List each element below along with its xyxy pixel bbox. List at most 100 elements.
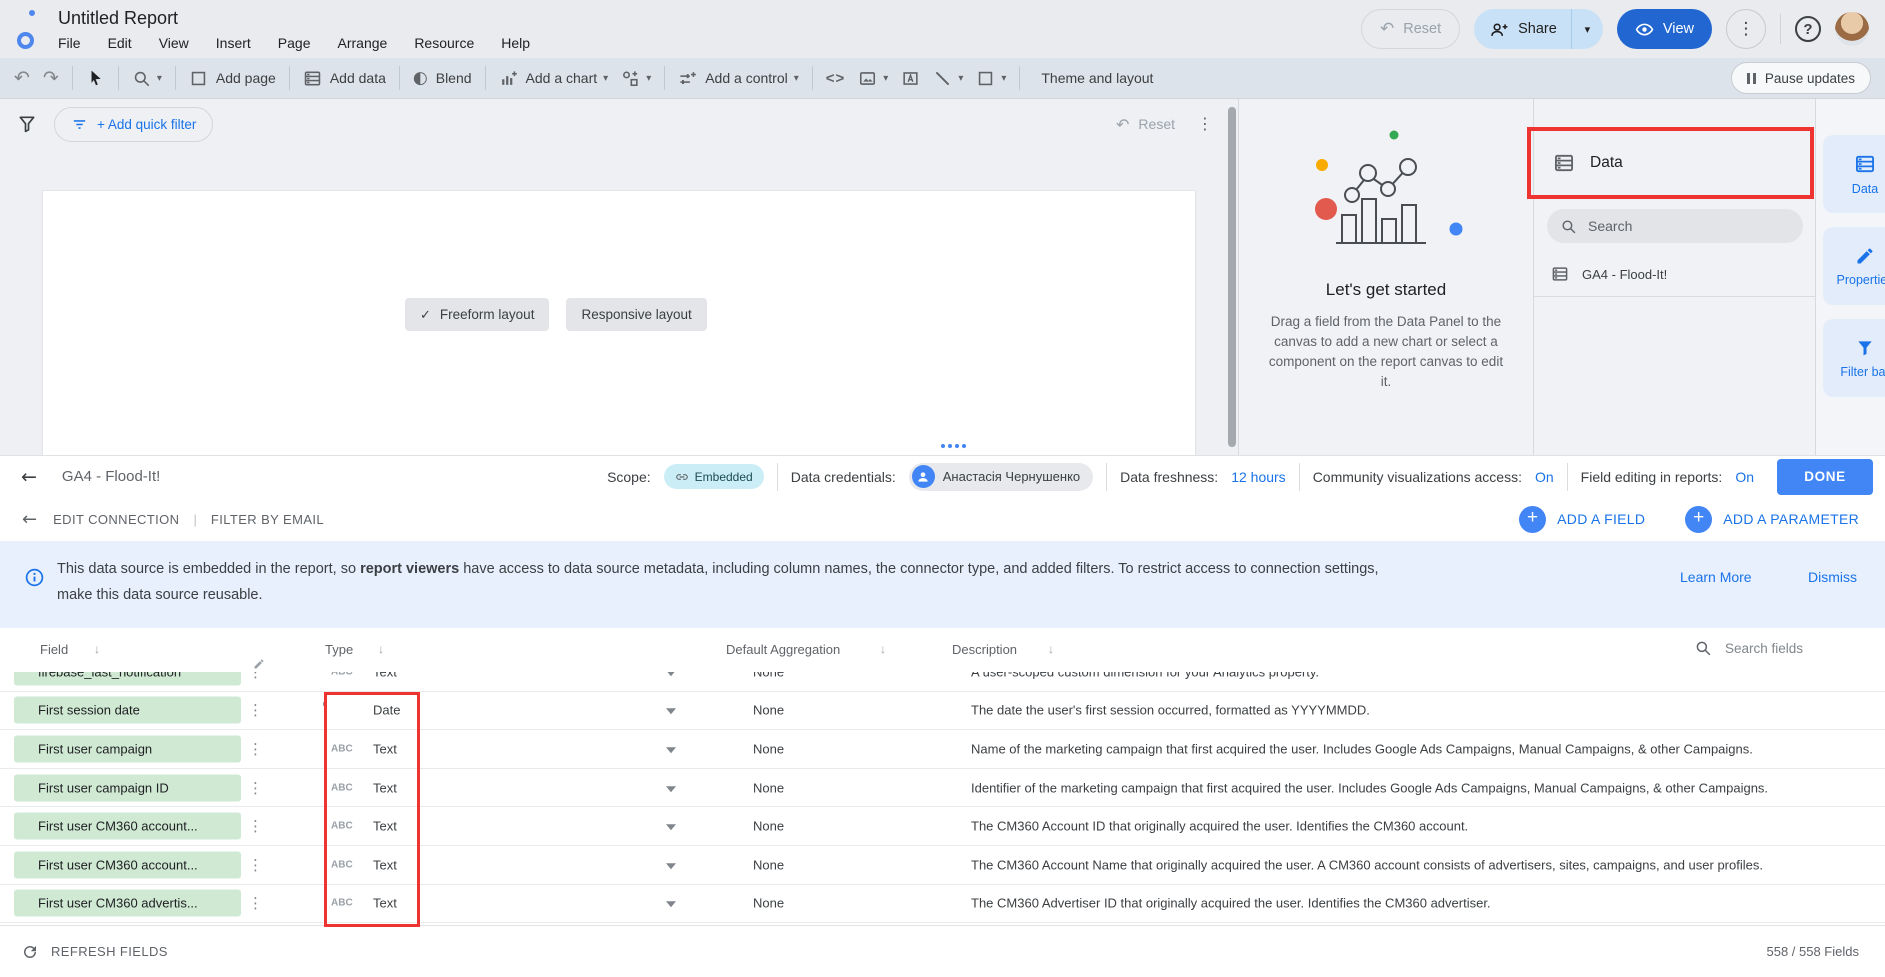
field-aggregation[interactable]: None: [753, 741, 784, 756]
menu-edit[interactable]: Edit: [108, 35, 132, 51]
row-more-icon[interactable]: ⋮: [248, 701, 263, 719]
sort-icon[interactable]: ↓: [1048, 642, 1054, 656]
undo-button[interactable]: ↶: [14, 67, 30, 89]
field-name-chip[interactable]: firebase_last_notification: [14, 672, 241, 685]
field-aggregation[interactable]: None: [753, 672, 784, 679]
type-dropdown-icon[interactable]: [666, 786, 676, 792]
edit-connection-link[interactable]: EDIT CONNECTION: [53, 512, 179, 527]
field-type[interactable]: Text: [373, 857, 397, 872]
field-name-chip[interactable]: First user campaign ID: [14, 774, 241, 801]
menu-insert[interactable]: Insert: [216, 35, 251, 51]
sort-icon[interactable]: ↓: [94, 642, 100, 656]
field-aggregation[interactable]: None: [753, 896, 784, 911]
search-fields-input[interactable]: Search fields: [1694, 639, 1803, 657]
field-name-chip[interactable]: First user CM360 account...: [14, 851, 241, 878]
help-button[interactable]: ?: [1795, 16, 1821, 42]
insert-line-button[interactable]: ▾: [933, 69, 963, 88]
add-data-button[interactable]: Add data: [303, 69, 386, 88]
menu-file[interactable]: File: [58, 35, 81, 51]
freshness-value-link[interactable]: 12 hours: [1231, 469, 1285, 485]
tab-filter-bar[interactable]: Filter bar: [1823, 319, 1885, 397]
add-page-button[interactable]: Add page: [189, 69, 276, 88]
insert-image-button[interactable]: ▾: [858, 69, 888, 88]
table-row[interactable]: First session date ⋮ Date None The date …: [0, 692, 1885, 731]
row-more-icon[interactable]: ⋮: [248, 894, 263, 912]
field-aggregation[interactable]: None: [753, 780, 784, 795]
type-dropdown-icon[interactable]: [666, 747, 676, 753]
column-header-type[interactable]: Type: [325, 642, 353, 657]
zoom-button[interactable]: ▾: [132, 69, 162, 88]
field-aggregation[interactable]: None: [753, 703, 784, 718]
reset-button[interactable]: ↶ Reset: [1361, 9, 1460, 49]
tab-properties[interactable]: Properties: [1823, 227, 1885, 305]
row-more-icon[interactable]: ⋮: [248, 740, 263, 758]
field-name-chip[interactable]: First user CM360 account...: [14, 813, 241, 840]
field-aggregation[interactable]: None: [753, 857, 784, 872]
theme-and-layout-button[interactable]: Theme and layout: [1041, 70, 1153, 86]
dismiss-link[interactable]: Dismiss: [1808, 569, 1857, 585]
column-header-description[interactable]: Description: [952, 642, 1017, 657]
table-row[interactable]: firebase_last_notification ⋮ ABC Text No…: [0, 672, 1885, 692]
table-row[interactable]: First user CM360 account... ⋮ ABC Text N…: [0, 807, 1885, 846]
more-options-button[interactable]: ⋮: [1726, 9, 1766, 49]
row-more-icon[interactable]: ⋮: [248, 672, 263, 681]
type-dropdown-icon[interactable]: [666, 824, 676, 830]
canvas-more-button[interactable]: ⋮: [1197, 114, 1213, 134]
menu-page[interactable]: Page: [278, 35, 311, 51]
filter-by-email-link[interactable]: FILTER BY EMAIL: [211, 512, 324, 527]
credentials-chip[interactable]: Анастасія Чернушенко: [909, 463, 1093, 491]
field-name-chip[interactable]: First user campaign: [14, 735, 241, 762]
field-type[interactable]: Text: [373, 780, 397, 795]
field-editing-value-link[interactable]: On: [1735, 469, 1754, 485]
field-name-chip[interactable]: First user CM360 advertis...: [14, 890, 241, 917]
type-dropdown-icon[interactable]: [666, 672, 676, 676]
data-source-item[interactable]: GA4 - Flood-It!: [1534, 252, 1815, 297]
field-type[interactable]: Text: [373, 672, 397, 679]
edit-field-icon[interactable]: [253, 658, 265, 670]
table-row[interactable]: First user campaign ID ⋮ ABC Text None I…: [0, 769, 1885, 808]
back-arrow-button[interactable]: ←: [21, 466, 37, 488]
data-panel-search[interactable]: Search: [1547, 209, 1803, 243]
blend-button[interactable]: ◐ Blend: [413, 68, 472, 88]
learn-more-link[interactable]: Learn More: [1680, 569, 1752, 585]
pause-updates-button[interactable]: Pause updates: [1731, 62, 1871, 94]
back-arrow-button[interactable]: ←: [22, 509, 37, 530]
field-type[interactable]: Date: [373, 703, 400, 718]
table-row[interactable]: First user CM360 account... ⋮ ABC Text N…: [0, 846, 1885, 885]
add-chart-button[interactable]: Add a chart ▾: [499, 69, 609, 88]
type-dropdown-icon[interactable]: [666, 863, 676, 869]
type-dropdown-icon[interactable]: [666, 709, 676, 715]
looker-studio-logo[interactable]: [14, 7, 48, 51]
table-row[interactable]: First user campaign ⋮ ABC Text None Name…: [0, 730, 1885, 769]
field-type[interactable]: Text: [373, 741, 397, 756]
field-type[interactable]: Text: [373, 896, 397, 911]
refresh-fields-button[interactable]: REFRESH FIELDS: [21, 943, 168, 961]
share-dropdown-button[interactable]: ▾: [1571, 9, 1603, 49]
community-visualizations-button[interactable]: ▾: [621, 69, 651, 88]
redo-button[interactable]: ↷: [43, 67, 59, 89]
add-control-button[interactable]: Add a control ▾: [678, 69, 799, 88]
menu-view[interactable]: View: [159, 35, 189, 51]
insert-shape-button[interactable]: ▾: [976, 69, 1006, 88]
row-more-icon[interactable]: ⋮: [248, 856, 263, 874]
report-title[interactable]: Untitled Report: [58, 8, 530, 29]
responsive-layout-button[interactable]: Responsive layout: [566, 298, 706, 331]
menu-resource[interactable]: Resource: [414, 35, 474, 51]
text-box-button[interactable]: [901, 69, 920, 88]
share-button[interactable]: Share: [1474, 9, 1571, 49]
add-a-field-button[interactable]: ADD A FIELD: [1519, 506, 1645, 533]
menu-arrange[interactable]: Arrange: [338, 35, 388, 51]
type-dropdown-icon[interactable]: [666, 902, 676, 908]
add-quick-filter-button[interactable]: + Add quick filter: [54, 107, 213, 142]
column-header-field[interactable]: Field: [40, 642, 68, 657]
user-avatar[interactable]: [1835, 12, 1869, 46]
freeform-layout-button[interactable]: ✓ Freeform layout: [405, 298, 549, 331]
field-type[interactable]: Text: [373, 819, 397, 834]
done-button[interactable]: DONE: [1777, 459, 1873, 495]
field-name-chip[interactable]: First session date: [14, 697, 241, 724]
field-aggregation[interactable]: None: [753, 819, 784, 834]
view-button[interactable]: View: [1617, 9, 1712, 49]
table-row[interactable]: First user CM360 advertis... ⋮ ABC Text …: [0, 885, 1885, 924]
column-header-aggregation[interactable]: Default Aggregation: [726, 642, 840, 657]
row-more-icon[interactable]: ⋮: [248, 817, 263, 835]
